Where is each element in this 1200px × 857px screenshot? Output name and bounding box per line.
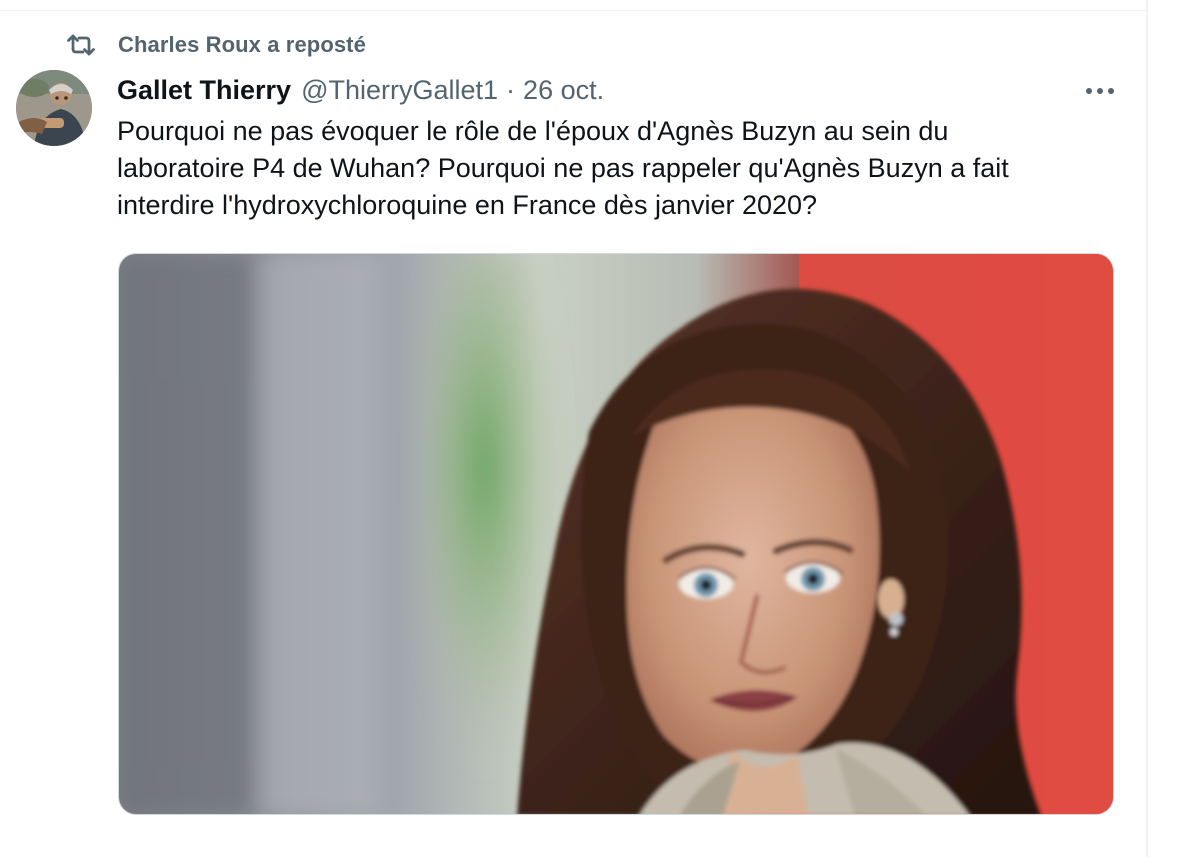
avatar[interactable] [16, 70, 92, 146]
timeline-border [1146, 0, 1148, 857]
repost-context[interactable]: Charles Roux a reposté [64, 28, 366, 62]
tweet-date[interactable]: 26 oct. [523, 75, 604, 106]
more-options-icon [1084, 82, 1116, 100]
repost-label: Charles Roux a reposté [118, 32, 366, 57]
tweet-text: Pourquoi ne pas évoquer le rôle de l'épo… [117, 116, 1009, 220]
tweet-media[interactable] [118, 253, 1114, 815]
separator-dot: · [506, 74, 516, 105]
top-divider [0, 10, 1146, 11]
tweet-header: Gallet Thierry @ThierryGallet1 · 26 oct. [117, 70, 604, 110]
tweet-page: Charles Roux a reposté Gallet Thierry @T… [0, 0, 1200, 857]
more-options-button[interactable] [1080, 74, 1120, 108]
author-handle[interactable]: @ThierryGallet1 [301, 75, 498, 106]
author-name[interactable]: Gallet Thierry [117, 75, 291, 106]
tweet-photo [119, 254, 1113, 814]
repost-icon [64, 30, 98, 60]
